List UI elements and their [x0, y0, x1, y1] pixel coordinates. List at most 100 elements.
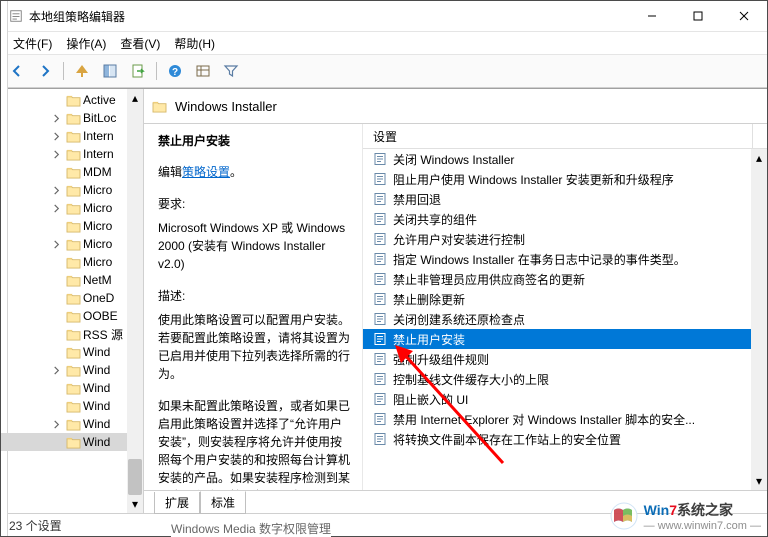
list-header-label: 设置 — [373, 128, 397, 145]
scroll-up-icon[interactable]: ▴ — [128, 91, 142, 105]
expand-arrow-icon[interactable] — [51, 419, 62, 430]
help-button[interactable]: ? — [163, 59, 187, 83]
tree-item[interactable]: Active — [1, 91, 143, 109]
description-p1: 使用此策略设置可以配置用户安装。若要配置此策略设置，请将其设置为已启用并使用下拉… — [158, 311, 350, 383]
expand-arrow-icon[interactable] — [51, 203, 62, 214]
tree-item[interactable]: NetM — [1, 271, 143, 289]
expand-arrow-icon[interactable] — [51, 149, 62, 160]
tree-item[interactable]: RSS 源 — [1, 325, 143, 343]
list-item-label: 将转换文件副本保存在工作站上的安全位置 — [393, 431, 621, 448]
list-item[interactable]: 允许用户对安装进行控制 — [363, 229, 767, 249]
edit-prefix: 编辑 — [158, 165, 182, 179]
scroll-thumb[interactable] — [128, 459, 142, 495]
list-item-label: 阻止嵌入的 UI — [393, 391, 468, 408]
tree-item[interactable]: Micro — [1, 199, 143, 217]
tree-item-label: Micro — [83, 201, 112, 215]
tree-item[interactable]: Wind — [1, 397, 143, 415]
forward-button[interactable] — [33, 59, 57, 83]
properties-button[interactable] — [191, 59, 215, 83]
tree-item[interactable]: Micro — [1, 217, 143, 235]
toolbar-separator — [63, 62, 64, 80]
tree-item-label: OOBE — [83, 309, 118, 323]
tree-item-label: Wind — [83, 381, 110, 395]
list-item[interactable]: 禁止用户安装 — [363, 329, 767, 349]
watermark: Win7系统之家 — www.winwin7.com — — [608, 500, 761, 532]
list-item[interactable]: 禁止删除更新 — [363, 289, 767, 309]
maximize-button[interactable] — [675, 1, 721, 31]
expand-arrow-icon[interactable] — [51, 131, 62, 142]
list-item[interactable]: 禁止非管理员应用供应商签名的更新 — [363, 269, 767, 289]
list-header[interactable]: 设置 — [363, 124, 767, 149]
list-item-label: 禁止删除更新 — [393, 291, 465, 308]
list-item[interactable]: 将转换文件副本保存在工作站上的安全位置 — [363, 429, 767, 449]
expand-arrow-icon[interactable] — [51, 239, 62, 250]
list-item[interactable]: 禁用回退 — [363, 189, 767, 209]
export-button[interactable] — [126, 59, 150, 83]
tree-item[interactable]: Wind — [1, 379, 143, 397]
requirements-body: Microsoft Windows XP 或 Windows 2000 (安装有… — [158, 219, 350, 273]
tree-item-label: Wind — [83, 435, 110, 449]
tree-item[interactable]: OneD — [1, 289, 143, 307]
tree-item[interactable]: MDM — [1, 163, 143, 181]
list-item[interactable]: 关闭 Windows Installer — [363, 149, 767, 169]
edit-policy-link[interactable]: 策略设置 — [182, 165, 230, 179]
titlebar: 本地组策略编辑器 — [1, 1, 767, 32]
tab-standard[interactable]: 标准 — [200, 491, 246, 514]
settings-list-panel: 设置 关闭 Windows Installer阻止用户使用 Windows In… — [362, 124, 767, 490]
expand-arrow-icon[interactable] — [51, 113, 62, 124]
scroll-down-icon[interactable]: ▾ — [128, 497, 142, 511]
tree-scrollbar[interactable]: ▴ ▾ — [127, 89, 143, 513]
window-title: 本地组策略编辑器 — [29, 8, 125, 25]
tree-item[interactable]: Wind — [1, 415, 143, 433]
list-item-label: 允许用户对安装进行控制 — [393, 231, 525, 248]
tree-item-label: Intern — [83, 129, 114, 143]
tree-item-label: Intern — [83, 147, 114, 161]
list-item-label: 关闭共享的组件 — [393, 211, 477, 228]
filter-button[interactable] — [219, 59, 243, 83]
tree-item-label: OneD — [83, 291, 114, 305]
scroll-up-icon[interactable]: ▴ — [752, 151, 766, 165]
policy-title: 禁止用户安装 — [158, 132, 350, 149]
tree-item[interactable]: Intern — [1, 127, 143, 145]
list-item[interactable]: 阻止用户使用 Windows Installer 安装更新和升级程序 — [363, 169, 767, 189]
path-label: Windows Installer — [175, 99, 277, 114]
list-item[interactable]: 控制基线文件缓存大小的上限 — [363, 369, 767, 389]
list-item[interactable]: 指定 Windows Installer 在事务日志中记录的事件类型。 — [363, 249, 767, 269]
menu-view[interactable]: 查看(V) — [114, 33, 166, 54]
tree-item[interactable]: BitLoc — [1, 109, 143, 127]
tree-item[interactable]: Wind — [1, 433, 143, 451]
tree-item[interactable]: Intern — [1, 145, 143, 163]
hidden-overflow-row: Windows Media 数字权限管理 — [171, 520, 331, 537]
minimize-button[interactable] — [629, 1, 675, 31]
tab-extended[interactable]: 扩展 — [154, 492, 200, 514]
list-item[interactable]: 关闭共享的组件 — [363, 209, 767, 229]
requirements-label: 要求: — [158, 195, 350, 213]
back-button[interactable] — [5, 59, 29, 83]
list-item[interactable]: 关闭创建系统还原检查点 — [363, 309, 767, 329]
menu-action[interactable]: 操作(A) — [60, 33, 112, 54]
list-item[interactable]: 阻止嵌入的 UI — [363, 389, 767, 409]
list-item[interactable]: 强制升级组件规则 — [363, 349, 767, 369]
tree-item[interactable]: Micro — [1, 181, 143, 199]
menu-help[interactable]: 帮助(H) — [168, 33, 221, 54]
menu-file[interactable]: 文件(F) — [7, 33, 58, 54]
list-item-label: 禁止非管理员应用供应商签名的更新 — [393, 271, 585, 288]
expand-arrow-icon[interactable] — [51, 185, 62, 196]
list-item-label: 禁用 Internet Explorer 对 Windows Installer… — [393, 411, 695, 428]
svg-text:?: ? — [172, 67, 178, 78]
tree-item-label: Wind — [83, 363, 110, 377]
toolbar-separator — [156, 62, 157, 80]
tree-item[interactable]: Micro — [1, 235, 143, 253]
tree-item[interactable]: Wind — [1, 343, 143, 361]
expand-arrow-icon[interactable] — [51, 365, 62, 376]
list-item[interactable]: 禁用 Internet Explorer 对 Windows Installer… — [363, 409, 767, 429]
up-button[interactable] — [70, 59, 94, 83]
scroll-down-icon[interactable]: ▾ — [752, 474, 766, 488]
tree-item[interactable]: Micro — [1, 253, 143, 271]
tree-item-label: RSS 源 — [83, 326, 123, 343]
list-scrollbar[interactable]: ▴ ▾ — [751, 149, 767, 490]
show-tree-button[interactable] — [98, 59, 122, 83]
close-button[interactable] — [721, 1, 767, 31]
tree-item[interactable]: OOBE — [1, 307, 143, 325]
tree-item[interactable]: Wind — [1, 361, 143, 379]
